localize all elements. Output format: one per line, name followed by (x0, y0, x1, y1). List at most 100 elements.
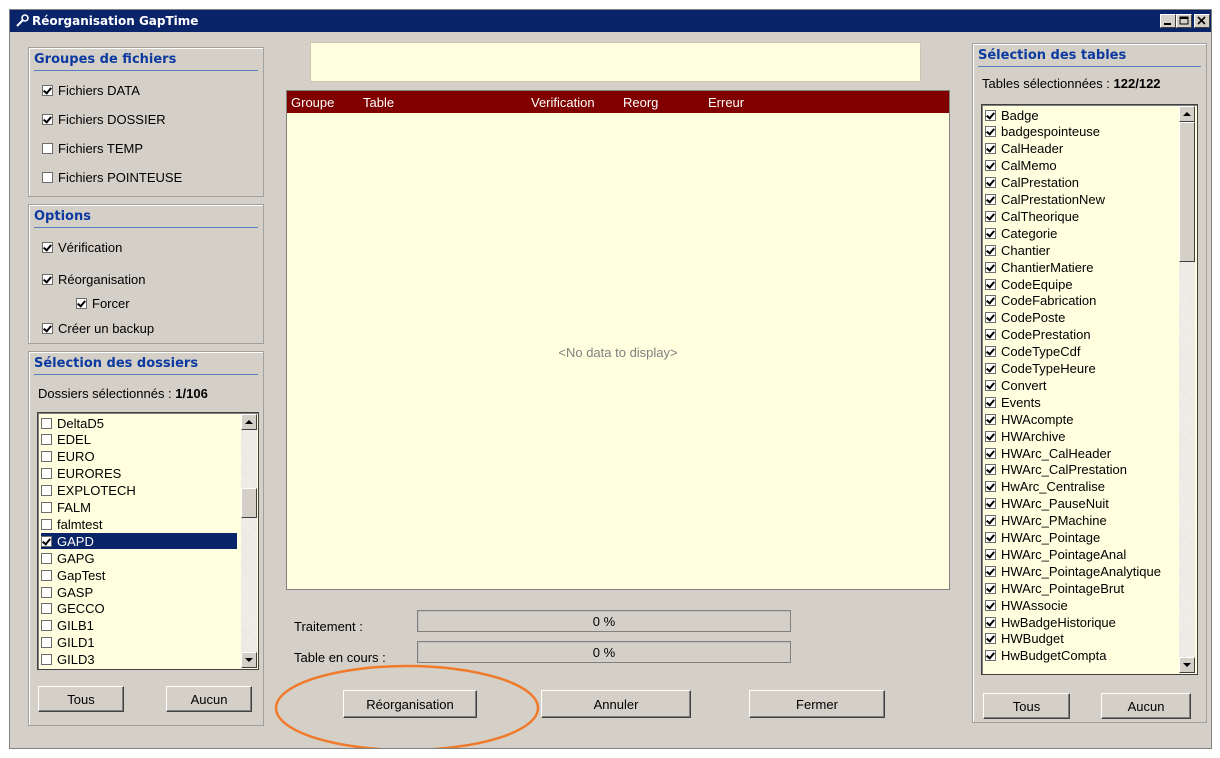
table-list-item[interactable]: Chantier (985, 242, 1177, 258)
checkbox-box[interactable] (985, 633, 996, 645)
checkbox-box[interactable] (41, 518, 52, 530)
verification-checkbox[interactable]: Vérification (42, 239, 122, 255)
table-list-item[interactable]: Categorie (985, 225, 1177, 241)
checkbox-box[interactable] (985, 532, 996, 543)
backup-checkbox[interactable]: Créer un backup (42, 320, 154, 336)
dossier-list-item[interactable]: EURORES (41, 466, 237, 482)
scroll-up-button[interactable] (241, 414, 257, 430)
checkbox-box[interactable] (985, 565, 996, 577)
dossiers-listbox[interactable]: GILD3 GILD1 GILB1 GECCO GASP GapTest GAPG GAPD f… (37, 412, 259, 670)
table-list-item[interactable]: CalPrestation (985, 175, 1177, 191)
checkbox-box[interactable] (985, 126, 996, 138)
table-list-item[interactable]: HWArc_PointageAnal (985, 546, 1177, 562)
scroll-thumb[interactable] (241, 488, 257, 518)
tables-listbox[interactable]: HwBudgetCompta HWBudget HwBadgeHistorique H… (981, 104, 1198, 675)
table-list-item[interactable]: HWArc_CalPrestation (985, 462, 1177, 478)
checkbox-box[interactable] (985, 143, 996, 155)
checkbox-box[interactable] (985, 363, 996, 374)
col-groupe[interactable]: Groupe (291, 95, 334, 110)
tables-scroll-up-button[interactable] (1179, 106, 1195, 122)
table-list-item[interactable]: CodeFabrication (985, 293, 1177, 309)
table-list-item[interactable]: Badge (985, 107, 1177, 123)
checkbox-box[interactable] (41, 434, 52, 446)
col-reorg[interactable]: Reorg (623, 95, 658, 110)
fichiers-temp-checkbox[interactable]: Fichiers TEMP (42, 140, 143, 156)
close-button[interactable] (1194, 14, 1210, 28)
table-list-item[interactable]: CalMemo (985, 158, 1177, 174)
checkbox-box[interactable] (985, 464, 996, 476)
dossier-list-item[interactable]: GILB1 (41, 618, 237, 634)
tables-aucun-button[interactable]: Aucun (1101, 693, 1191, 719)
checkbox-box[interactable] (985, 210, 996, 222)
checkbox-box[interactable] (985, 278, 996, 290)
tables-scroll-thumb[interactable] (1179, 122, 1195, 262)
dossier-list-item[interactable]: GAPG (41, 550, 237, 566)
dossier-list-item[interactable]: GASP (41, 584, 237, 600)
checkbox-box[interactable] (985, 227, 996, 239)
checkbox-box[interactable] (41, 603, 52, 615)
minimize-button[interactable] (1160, 14, 1176, 28)
table-list-item[interactable]: HWArc_PMachine (985, 513, 1177, 529)
dossiers-tous-button[interactable]: Tous (38, 686, 124, 712)
annuler-button[interactable]: Annuler (541, 690, 691, 718)
table-list-item[interactable]: CodeEquipe (985, 276, 1177, 292)
checkbox-box[interactable] (41, 569, 52, 581)
fichiers-pointeuse-checkbox[interactable]: Fichiers POINTEUSE (42, 169, 182, 185)
dossier-list-item[interactable]: EDEL (41, 432, 237, 448)
table-list-item[interactable]: HWArc_PauseNuit (985, 496, 1177, 512)
checkbox-box[interactable] (985, 109, 996, 121)
scroll-down-button[interactable] (241, 652, 257, 668)
table-list-item[interactable]: badgespointeuse (985, 124, 1177, 140)
table-list-item[interactable]: ChantierMatiere (985, 259, 1177, 275)
table-list-item[interactable]: CodePoste (985, 310, 1177, 326)
checkbox-box[interactable] (41, 485, 52, 497)
checkbox-box[interactable] (985, 177, 996, 189)
checkbox-box[interactable] (985, 582, 996, 594)
table-list-item[interactable]: HWArc_Pointage (985, 530, 1177, 546)
checkbox-box[interactable] (42, 142, 53, 154)
col-table[interactable]: Table (363, 95, 394, 110)
tables-scroll-down-button[interactable] (1179, 657, 1195, 673)
table-list-item[interactable]: HWBudget (985, 631, 1177, 647)
tables-tous-button[interactable]: Tous (983, 693, 1070, 719)
table-list-item[interactable]: HwBadgeHistorique (985, 614, 1177, 630)
dossier-list-item[interactable]: GILD3 (41, 652, 237, 668)
reorganisation-checkbox[interactable]: Réorganisation (42, 271, 145, 287)
checkbox-box[interactable] (42, 171, 53, 183)
checkbox-box[interactable] (985, 160, 996, 172)
table-list-item[interactable]: HWArc_CalHeader (985, 445, 1177, 461)
checkbox-box[interactable] (41, 502, 52, 513)
table-list-item[interactable]: Events (985, 394, 1177, 410)
checkbox-box[interactable] (985, 616, 996, 628)
checkbox-box[interactable] (42, 322, 53, 334)
table-list-item[interactable]: HwBudgetCompta (985, 648, 1177, 664)
table-list-item[interactable]: HWArc_PointageBrut (985, 580, 1177, 596)
checkbox-box[interactable] (985, 261, 996, 273)
table-list-item[interactable]: HWAssocie (985, 597, 1177, 613)
checkbox-box[interactable] (985, 650, 996, 662)
table-list-item[interactable]: HWAcompte (985, 411, 1177, 427)
checkbox-box[interactable] (42, 273, 53, 285)
table-list-item[interactable]: CalHeader (985, 141, 1177, 157)
checkbox-box[interactable] (41, 468, 52, 480)
checkbox-box[interactable] (985, 295, 996, 307)
checkbox-box[interactable] (42, 84, 53, 96)
checkbox-box[interactable] (985, 244, 996, 256)
checkbox-box[interactable] (985, 312, 996, 324)
fichiers-dossier-checkbox[interactable]: Fichiers DOSSIER (42, 111, 166, 127)
checkbox-box[interactable] (985, 194, 996, 205)
table-list-item[interactable]: CodePrestation (985, 327, 1177, 343)
checkbox-box[interactable] (41, 620, 52, 632)
checkbox-box[interactable] (985, 515, 996, 527)
checkbox-box[interactable] (42, 241, 53, 253)
checkbox-box[interactable] (985, 329, 996, 341)
checkbox-box[interactable] (985, 447, 996, 459)
forcer-checkbox[interactable]: Forcer (76, 295, 130, 311)
checkbox-box[interactable] (985, 379, 996, 391)
col-verification[interactable]: Verification (531, 95, 595, 110)
checkbox-box[interactable] (985, 346, 996, 358)
checkbox-box[interactable] (76, 297, 87, 309)
dossier-list-item[interactable]: DeltaD5 (41, 415, 237, 431)
checkbox-box[interactable] (41, 451, 52, 463)
checkbox-box[interactable] (41, 586, 52, 598)
